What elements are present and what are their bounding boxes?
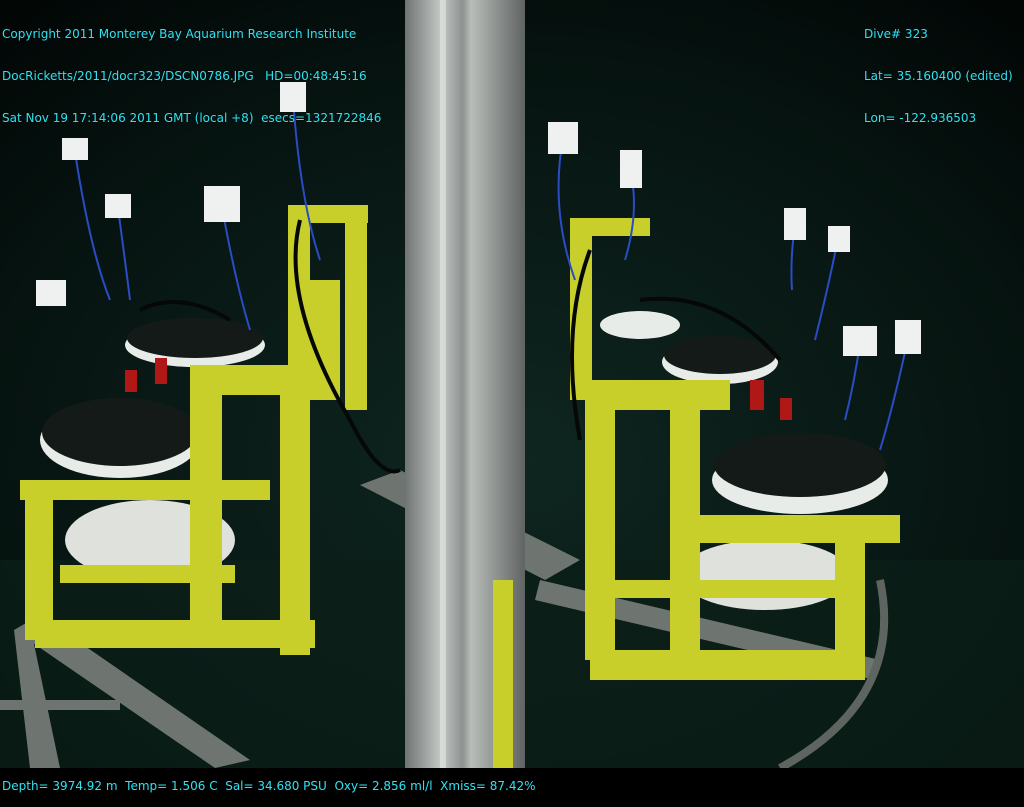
dive-number-text: Dive# 323 xyxy=(864,27,928,41)
top-right-overlay: Dive# 323 Lat= 35.160400 (edited) Lon= -… xyxy=(864,0,1013,139)
sensor-readout-text: Depth= 3974.92 m Temp= 1.506 C Sal= 34.6… xyxy=(2,779,536,793)
copyright-text: Copyright 2011 Monterey Bay Aquarium Res… xyxy=(2,27,357,41)
sensor-readout-overlay: Depth= 3974.92 m Temp= 1.506 C Sal= 34.6… xyxy=(2,751,536,807)
central-pole xyxy=(405,0,525,768)
timestamp-text: Sat Nov 19 17:14:06 2011 GMT (local +8) … xyxy=(2,111,382,125)
longitude-text: Lon= -122.936503 xyxy=(864,111,977,125)
latitude-text: Lat= 35.160400 (edited) xyxy=(864,69,1013,83)
file-path-text: DocRicketts/2011/docr323/DSCN0786.JPG HD… xyxy=(2,69,367,83)
top-left-overlay: Copyright 2011 Monterey Bay Aquarium Res… xyxy=(2,0,381,139)
